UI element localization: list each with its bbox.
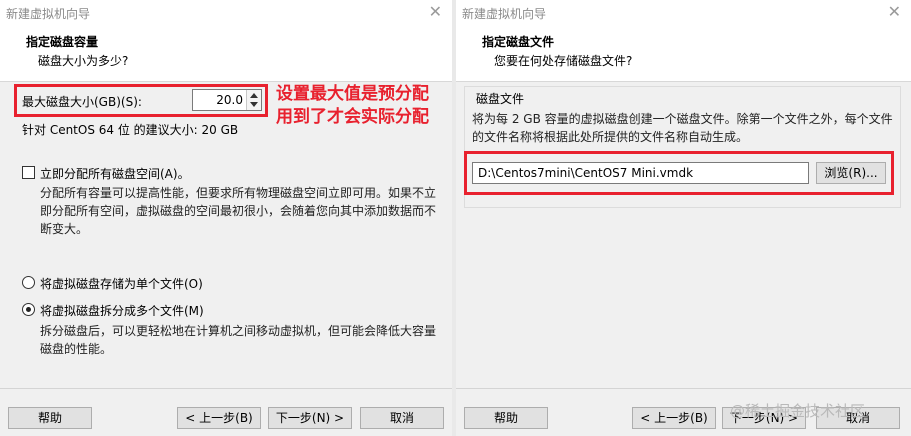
allocate-desc-line: 即分配所有空间，虚拟磁盘的空间最初很小，会随着您向其中添加数据而不 — [40, 204, 437, 218]
page-title: 指定磁盘容量 — [26, 35, 99, 49]
highlight-box-size — [14, 84, 268, 117]
allocate-desc-line: 断变大。 — [40, 222, 89, 236]
next-button[interactable]: 下一步(N) > — [268, 407, 352, 429]
window-title: 新建虚拟机向导 — [6, 7, 91, 21]
single-file-radio[interactable] — [22, 276, 35, 289]
window-title: 新建虚拟机向导 — [462, 7, 547, 21]
disk-file-description: 将为每 2 GB 容量的虚拟磁盘创建一个磁盘文件。除第一个文件之外，每个文件 的… — [472, 110, 893, 146]
allocate-now-checkbox[interactable] — [22, 166, 35, 179]
single-file-label[interactable]: 将虚拟磁盘存储为单个文件(O) — [40, 275, 203, 292]
page-subtitle: 您要在何处存储磁盘文件? — [494, 54, 633, 68]
back-button[interactable]: < 上一步(B) — [177, 407, 261, 429]
split-desc-line: 拆分磁盘后，可以更轻松地在计算机之间移动虚拟机，但可能会降低大容量 — [40, 324, 437, 338]
help-button[interactable]: 帮助 — [8, 407, 92, 429]
split-files-label[interactable]: 将虚拟磁盘拆分成多个文件(M) — [40, 302, 204, 319]
disk-file-desc-line: 的文件名称将根据此处所提供的文件名称自动生成。 — [472, 130, 749, 144]
back-button[interactable]: < 上一步(B) — [632, 407, 716, 429]
allocate-description: 分配所有容量可以提高性能，但要求所有物理磁盘空间立即可用。如果不立 即分配所有空… — [40, 184, 436, 238]
split-files-radio[interactable] — [22, 303, 35, 316]
annotation-line-2: 用到了才会实际分配 — [276, 107, 429, 127]
disk-file-desc-line: 将为每 2 GB 容量的虚拟磁盘创建一个磁盘文件。除第一个文件之外，每个文件 — [472, 112, 893, 126]
page-subtitle: 磁盘大小为多少? — [38, 54, 129, 68]
wizard-header: 指定磁盘容量 磁盘大小为多少? — [0, 24, 452, 82]
disk-file-dialog: 新建虚拟机向导 ✕ 指定磁盘文件 您要在何处存储磁盘文件? 磁盘文件 将为每 2… — [456, 0, 911, 436]
annotation-line-1: 设置最大值是预分配 — [276, 84, 429, 104]
close-icon[interactable]: ✕ — [888, 2, 901, 21]
highlight-box-path — [464, 151, 894, 195]
split-description: 拆分磁盘后，可以更轻松地在计算机之间移动虚拟机，但可能会降低大容量 磁盘的性能。 — [40, 322, 436, 358]
wizard-header: 指定磁盘文件 您要在何处存储磁盘文件? — [456, 24, 911, 82]
help-button[interactable]: 帮助 — [464, 407, 548, 429]
cancel-button[interactable]: 取消 — [360, 407, 444, 429]
allocate-desc-line: 分配所有容量可以提高性能，但要求所有物理磁盘空间立即可用。如果不立 — [40, 186, 437, 200]
watermark-text: @稀土掘金技术社区 — [730, 402, 866, 420]
allocate-now-label[interactable]: 立即分配所有磁盘空间(A)。 — [40, 165, 190, 182]
page-title: 指定磁盘文件 — [482, 35, 555, 49]
title-bar: 新建虚拟机向导 ✕ — [0, 0, 452, 24]
disk-capacity-dialog: 新建虚拟机向导 ✕ 指定磁盘容量 磁盘大小为多少? 最大磁盘大小(GB)(S):… — [0, 0, 452, 436]
split-desc-line: 磁盘的性能。 — [40, 342, 113, 356]
close-icon[interactable]: ✕ — [429, 2, 442, 21]
title-bar: 新建虚拟机向导 ✕ — [456, 0, 911, 24]
button-bar: 帮助 < 上一步(B) 下一步(N) > 取消 — [0, 388, 452, 436]
group-label: 磁盘文件 — [474, 90, 527, 107]
recommended-size-text: 针对 CentOS 64 位 的建议大小: 20 GB — [22, 123, 239, 137]
